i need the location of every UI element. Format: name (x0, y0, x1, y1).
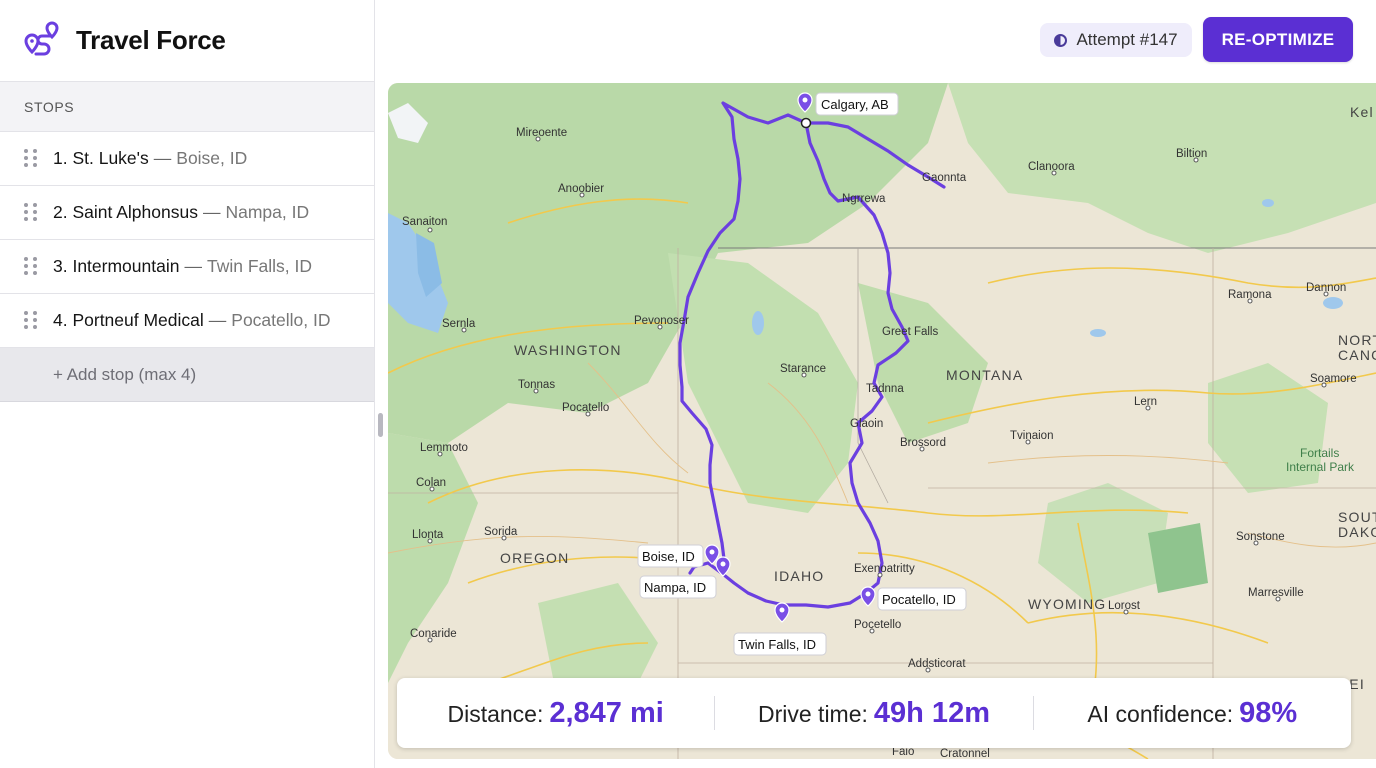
attempt-label: Attempt #147 (1076, 30, 1178, 49)
stops-section-label: STOPS (0, 82, 374, 132)
sidebar: Travel Force STOPS 1. St. Luke's — Boise… (0, 0, 375, 768)
map-city-label: Llonta (412, 529, 444, 541)
map-city-label: Exenoatritty (854, 563, 915, 575)
park-label: Internal Park (1286, 460, 1355, 474)
svg-text:Boise, ID: Boise, ID (642, 549, 695, 564)
map-city-label: Tadnna (866, 383, 904, 395)
state-label-washington: WASHINGTON (514, 342, 622, 358)
app-title: Travel Force (76, 25, 226, 55)
stop-name: 2. Saint Alphonsus (53, 202, 198, 222)
half-circle-icon (1054, 33, 1068, 47)
stop-label-nampa: Nampa, ID (639, 575, 717, 599)
state-label-montana: MONTANA (946, 367, 1023, 383)
distance-value: 2,847 mi (549, 696, 664, 729)
state-label-idaho: IDAHO (774, 568, 824, 584)
stop-label-boise: Boise, ID (637, 544, 704, 568)
stop-location: Twin Falls, ID (206, 256, 312, 276)
stop-separator: — (153, 148, 172, 168)
map-canvas[interactable]: Mireoente Anoobier Sanaiton Sernla Pevon… (388, 83, 1376, 759)
map-city-label: Glaoin (850, 418, 883, 430)
svg-text:Twin Falls, ID: Twin Falls, ID (738, 637, 816, 652)
stop-location: Boise, ID (176, 148, 248, 168)
drive-time-stat: Drive time: 49h 12m (715, 697, 1032, 730)
map-city-label: Soamore (1310, 373, 1357, 385)
edge-label: Kel (1350, 104, 1374, 120)
stop-item-4[interactable]: 4. Portneuf Medical — Pocatello, ID (0, 294, 374, 348)
drag-handle-icon[interactable] (24, 202, 38, 223)
route-map[interactable]: Mireoente Anoobier Sanaiton Sernla Pevon… (388, 83, 1376, 759)
confidence-label: AI confidence: (1087, 700, 1234, 727)
confidence-value: 98% (1239, 696, 1298, 729)
edge-label: CANC (1338, 347, 1376, 363)
stop-label-calgary: Calgary, AB (815, 92, 899, 116)
stop-separator: — (202, 202, 221, 222)
map-city-label: Sorida (484, 526, 518, 538)
map-city-label: Conaride (410, 628, 457, 640)
drag-handle-icon[interactable] (24, 256, 38, 277)
map-city-label: Clanoora (1028, 161, 1075, 173)
stop-item-3[interactable]: 3. Intermountain — Twin Falls, ID (0, 240, 374, 294)
stop-location: Pocatello, ID (231, 310, 331, 330)
route-stats-bar: Distance: 2,847 mi Drive time: 49h 12m A… (397, 678, 1351, 748)
reoptimize-button[interactable]: RE-OPTIMIZE (1203, 17, 1353, 62)
distance-stat: Distance: 2,847 mi (397, 697, 714, 730)
map-city-label: Ngrrewa (842, 193, 886, 205)
drive-time-label: Drive time: (758, 700, 868, 727)
map-city-label: Cratonnel (940, 748, 990, 759)
brand-header: Travel Force (0, 0, 374, 82)
map-city-label: Lern (1134, 396, 1157, 408)
distance-label: Distance: (447, 700, 544, 727)
map-city-label: Mireoente (516, 127, 567, 139)
map-city-label: Pocatello (562, 402, 609, 414)
drag-handle-icon[interactable] (24, 310, 38, 331)
map-city-label: Lemmoto (420, 442, 468, 454)
add-stop-button[interactable]: + Add stop (max 4) (0, 348, 374, 402)
map-city-label: Sonstone (1236, 531, 1285, 543)
svg-text:Pocatello, ID: Pocatello, ID (882, 592, 956, 607)
map-city-label: Sanaiton (402, 216, 447, 228)
map-city-label: Biltion (1176, 148, 1207, 160)
attempt-badge: Attempt #147 (1040, 23, 1192, 57)
route-pin-icon (22, 20, 62, 61)
stop-location: Nampa, ID (225, 202, 310, 222)
stop-item-1[interactable]: 1. St. Luke's — Boise, ID (0, 132, 374, 186)
stop-label-twin-falls: Twin Falls, ID (733, 632, 827, 656)
drive-time-value: 49h 12m (873, 696, 990, 729)
edge-label: NORT (1338, 332, 1376, 348)
edge-label: DAKO (1338, 524, 1376, 540)
drag-handle-icon[interactable] (24, 148, 38, 169)
state-label-oregon: OREGON (500, 550, 569, 566)
map-city-label: Gaonnta (922, 172, 967, 184)
park-label: Fortails (1300, 446, 1339, 460)
map-city-label: Sernla (442, 318, 476, 330)
map-city-label: Tvinaion (1010, 430, 1053, 442)
stop-name: 3. Intermountain (53, 256, 180, 276)
stop-item-2[interactable]: 2. Saint Alphonsus — Nampa, ID (0, 186, 374, 240)
confidence-stat: AI confidence: 98% (1034, 697, 1351, 730)
stop-name: 1. St. Luke's (53, 148, 149, 168)
panel-resize-handle[interactable] (378, 413, 383, 437)
svg-text:Nampa, ID: Nampa, ID (644, 580, 706, 595)
stop-separator: — (184, 256, 202, 276)
map-city-label: Marresville (1248, 587, 1304, 599)
app-root: Travel Force STOPS 1. St. Luke's — Boise… (0, 0, 1376, 768)
map-city-label: Greet Falls (882, 326, 938, 338)
svg-text:Calgary, AB: Calgary, AB (821, 97, 889, 112)
map-city-label: Addsticorat (908, 658, 966, 670)
stop-label-pocatello: Pocatello, ID (877, 587, 967, 611)
stop-name: 4. Portneuf Medical (53, 310, 204, 330)
edge-label: SOUT (1338, 509, 1376, 525)
stop-separator: — (208, 310, 227, 330)
map-city-label: Pocetello (854, 619, 901, 631)
state-label-wyoming: WYOMING (1028, 596, 1106, 612)
